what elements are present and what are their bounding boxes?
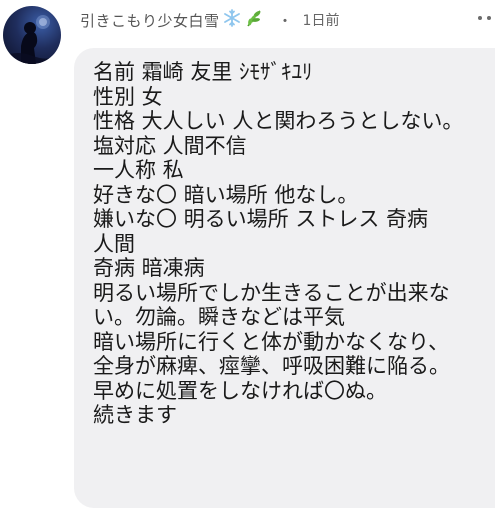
- comment-line: 奇病 暗凍病: [93, 256, 205, 280]
- comment-line: 全身が麻痺、痙攣、呼吸困難に陥る。: [93, 354, 450, 378]
- comment-line: 性別 女: [93, 84, 163, 109]
- comment-line: 名前 霜崎 友里 ｼﾓｻﾞｷﾕﾘ: [93, 60, 313, 84]
- more-dot: [478, 16, 482, 20]
- separator-dot: ・: [277, 11, 293, 30]
- comment-header: 引きこもり少女白雪 ・ 1日前: [80, 8, 339, 32]
- comment-line: 嫌いな〇 明るい場所 ストレス 奇病: [93, 207, 429, 231]
- herb-icon: [244, 8, 264, 32]
- comment-line: い。勿論。瞬きなどは平気: [93, 305, 345, 329]
- comment-bubble: 名前 霜崎 友里 ｼﾓｻﾞｷﾕﾘ 性別 女 性格 大人しい 人と関わろうとしない…: [74, 48, 495, 508]
- comment-line: 暗い場所に行くと体が動かなくなり、: [93, 329, 450, 354]
- comment-line: 好きな〇 暗い場所 他なし。: [93, 182, 359, 207]
- comment-line: 早めに処置をしなければ〇ぬ。: [93, 378, 387, 403]
- timestamp: 1日前: [302, 13, 340, 29]
- comment-line: 一人称 私: [93, 158, 184, 182]
- user-avatar[interactable]: [3, 6, 61, 64]
- username[interactable]: 引きこもり少女白雪: [80, 10, 220, 31]
- more-dot: [487, 16, 491, 20]
- comment-line: 続きます: [93, 403, 177, 427]
- comment-line: 性格 大人しい 人と関わろうとしない。: [93, 109, 464, 133]
- comment-line: 人間: [93, 231, 135, 256]
- comment-line: 明るい場所でしか生きることが出来な: [93, 280, 450, 305]
- more-dots-icon[interactable]: [478, 16, 491, 20]
- snowflake-icon: [222, 8, 242, 32]
- comment-line: 塩対応 人間不信: [93, 133, 247, 158]
